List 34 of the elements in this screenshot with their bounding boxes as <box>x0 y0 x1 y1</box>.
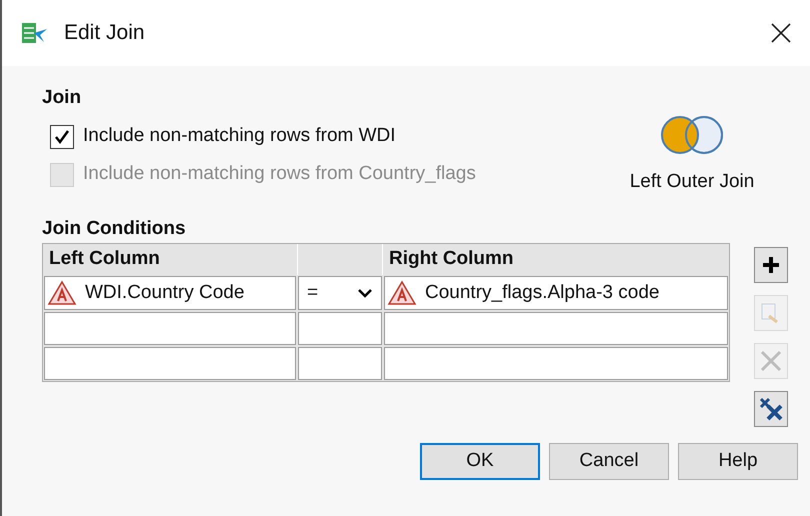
checkbox[interactable] <box>50 124 74 148</box>
column-header: Left Column <box>43 244 298 275</box>
join-type-label: Left Outer Join <box>630 170 754 194</box>
check-icon <box>53 128 71 146</box>
plus-icon <box>761 255 781 275</box>
column-name: WDI.Country Code <box>85 280 244 305</box>
table-cell[interactable]: WDI.Country Code <box>44 276 296 310</box>
chevron-down-icon <box>357 288 373 298</box>
dialog-button[interactable]: Cancel <box>549 443 669 480</box>
window-title: Edit Join <box>64 20 145 46</box>
character-column-icon <box>387 280 417 306</box>
add-button[interactable] <box>754 247 788 283</box>
column-name: Country_flags.Alpha-3 code <box>425 280 660 305</box>
section-heading: Join <box>42 86 82 110</box>
checkbox-label: Include non-matching rows from WDI <box>83 124 396 148</box>
dialog-button[interactable]: Help <box>678 443 798 480</box>
table-cell[interactable] <box>298 312 382 345</box>
section-heading: Join Conditions <box>42 218 186 238</box>
table-cell[interactable] <box>298 347 382 380</box>
close-icon <box>759 349 783 373</box>
checkbox-label: Include non-matching rows from Country_flags <box>83 162 476 186</box>
venn-diagram-icon <box>659 114 725 156</box>
table-cell[interactable]: Country_flags.Alpha-3 code <box>384 276 728 310</box>
dialog-button[interactable]: OK <box>420 443 540 480</box>
double-x-icon <box>758 396 784 422</box>
operator-dropdown[interactable]: = <box>298 276 382 310</box>
clear-button[interactable] <box>754 391 788 427</box>
column-header: Right Column <box>388 247 515 272</box>
close-icon <box>770 22 792 44</box>
character-column-icon <box>47 280 77 306</box>
table-cell[interactable] <box>384 347 728 380</box>
table-cell[interactable] <box>44 347 296 380</box>
table-cell[interactable] <box>44 312 296 345</box>
table-cell[interactable] <box>384 312 728 345</box>
